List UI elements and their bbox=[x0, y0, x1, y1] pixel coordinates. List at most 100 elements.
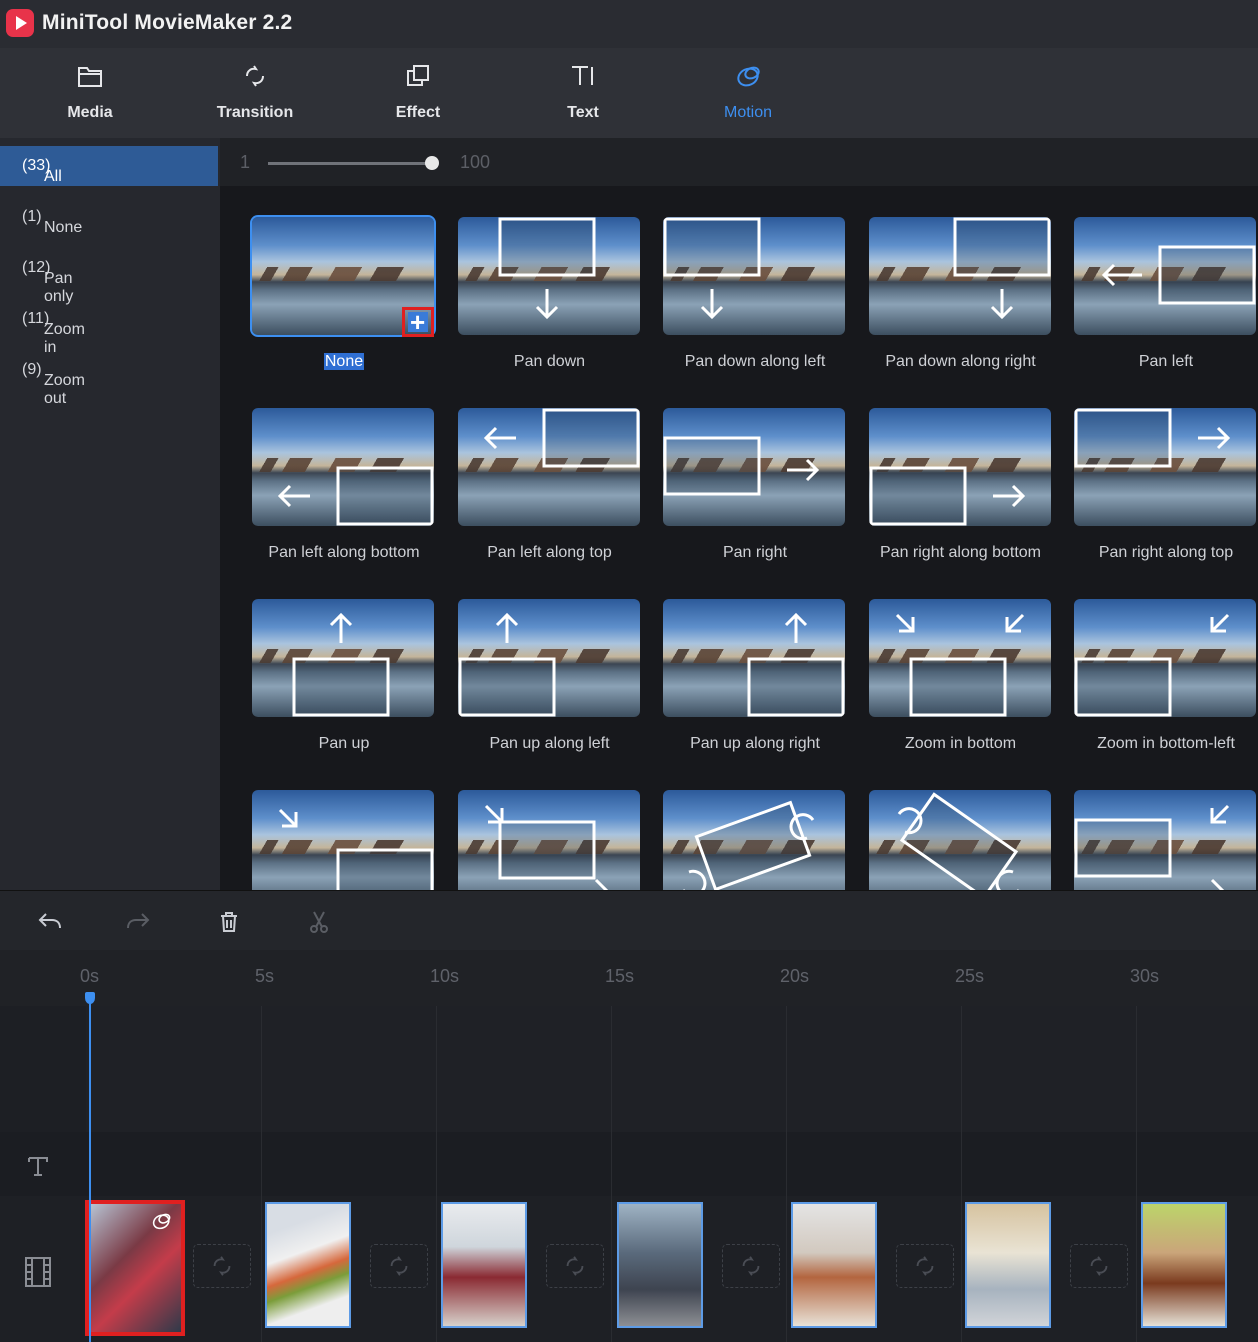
motion-thumbnail bbox=[868, 790, 1051, 890]
motion-item[interactable]: Pan up along right bbox=[663, 599, 847, 769]
motion-item[interactable]: Pan right along top bbox=[1074, 408, 1258, 578]
video-clip[interactable] bbox=[617, 1202, 703, 1328]
motion-item[interactable]: Pan down along left bbox=[663, 217, 847, 387]
motion-item[interactable] bbox=[663, 790, 847, 890]
timeline-ruler[interactable]: 0s 5s 10s 15s 20s 25s 30s bbox=[0, 950, 1258, 1006]
motion-applied-icon bbox=[152, 1213, 171, 1230]
text-track[interactable] bbox=[0, 1132, 1258, 1196]
motion-thumbnail bbox=[1074, 408, 1256, 526]
motion-item[interactable]: Pan left along bottom bbox=[252, 408, 436, 578]
tab-media[interactable]: Media bbox=[30, 48, 150, 138]
tab-text[interactable]: Text bbox=[523, 48, 643, 138]
tab-motion[interactable]: Motion bbox=[688, 48, 808, 138]
motion-label: Pan up along right bbox=[690, 735, 820, 752]
motion-preview-icon bbox=[683, 800, 815, 890]
motion-icon bbox=[737, 66, 760, 87]
motion-item[interactable]: Pan left bbox=[1074, 217, 1258, 387]
motion-label: Pan left bbox=[1138, 353, 1194, 370]
motion-label: Pan down bbox=[513, 353, 586, 370]
category-pan-only[interactable]: Pan only (12) bbox=[0, 248, 218, 305]
motion-item[interactable]: Pan down bbox=[457, 217, 642, 387]
motion-item[interactable]: Pan up along left bbox=[457, 599, 642, 769]
motion-preview-icon bbox=[895, 613, 1024, 717]
motion-thumbnail bbox=[457, 599, 640, 717]
playhead-handle[interactable] bbox=[85, 992, 95, 1004]
redo-icon[interactable] bbox=[124, 909, 152, 935]
video-clip[interactable] bbox=[441, 1202, 527, 1328]
motion-item[interactable]: Pan down along right bbox=[868, 217, 1053, 387]
motion-item[interactable]: Pan right along bottom bbox=[868, 408, 1053, 578]
video-clip[interactable] bbox=[791, 1202, 877, 1328]
category-all[interactable]: All (33) bbox=[0, 146, 218, 186]
transition-slot-icon bbox=[213, 1256, 231, 1276]
undo-icon[interactable] bbox=[36, 909, 64, 935]
motion-preview-icon bbox=[278, 808, 434, 890]
motion-preview-icon bbox=[953, 217, 1050, 320]
playhead[interactable] bbox=[89, 994, 91, 1342]
category-zoom-in[interactable]: Zoom in (11) bbox=[0, 299, 218, 356]
transition-slot-icon bbox=[742, 1256, 760, 1276]
category-count: (9) bbox=[22, 361, 42, 378]
tab-effect[interactable]: Effect bbox=[358, 48, 478, 138]
transition-slot[interactable] bbox=[370, 1244, 428, 1288]
motion-preview-icon bbox=[897, 792, 1019, 890]
motion-item[interactable]: Pan right bbox=[663, 408, 847, 578]
thumbnail-size-slider[interactable] bbox=[268, 162, 432, 165]
transition-slot[interactable] bbox=[722, 1244, 780, 1288]
motion-item[interactable]: Zoom in bottom bbox=[868, 599, 1053, 769]
timeline-gridline bbox=[1136, 1006, 1137, 1342]
motion-label: Pan right along top bbox=[1098, 544, 1234, 561]
motion-preview-icon bbox=[292, 612, 390, 717]
transition-slot[interactable] bbox=[546, 1244, 604, 1288]
add-motion-button[interactable] bbox=[402, 307, 434, 338]
split-scissors-icon[interactable] bbox=[306, 909, 332, 935]
timeline-gridline bbox=[611, 1006, 612, 1342]
transition-slot[interactable] bbox=[193, 1244, 251, 1288]
motion-thumbnail bbox=[252, 408, 434, 526]
motion-item[interactable]: Zoom in bottom-left bbox=[1074, 599, 1258, 769]
tab-transition[interactable]: Transition bbox=[195, 48, 315, 138]
motion-label: Pan down along right bbox=[885, 353, 1036, 370]
slider-max-label: 100 bbox=[460, 152, 491, 172]
motion-preview-icon bbox=[1074, 408, 1231, 468]
category-label: None bbox=[44, 219, 83, 236]
motion-thumbnail bbox=[1074, 217, 1256, 335]
category-label: All bbox=[44, 168, 62, 185]
timeline-toolbar bbox=[0, 890, 1258, 951]
motion-item[interactable] bbox=[1074, 790, 1258, 890]
ruler-tick-label: 25s bbox=[955, 966, 985, 986]
zoom-slider-bar: 1 100 bbox=[220, 138, 1258, 186]
motion-item[interactable] bbox=[868, 790, 1053, 890]
motion-thumbnail bbox=[457, 790, 640, 890]
transition-slot-icon bbox=[916, 1256, 934, 1276]
category-zoom-out[interactable]: Zoom out (9) bbox=[0, 350, 218, 407]
transition-icon bbox=[246, 65, 264, 87]
motion-item[interactable] bbox=[252, 790, 436, 890]
transition-slot[interactable] bbox=[1070, 1244, 1128, 1288]
motion-thumbnail bbox=[663, 217, 845, 335]
motion-preview-icon bbox=[1074, 613, 1230, 717]
main-toolbar: Media Transition Effect Text Motion bbox=[0, 48, 1258, 138]
motion-preview-icon bbox=[498, 217, 595, 320]
video-clip[interactable] bbox=[1141, 1202, 1227, 1328]
motion-item[interactable] bbox=[457, 790, 642, 890]
motion-preview-icon bbox=[458, 612, 555, 717]
motion-preview-icon bbox=[484, 804, 608, 890]
video-clip[interactable] bbox=[965, 1202, 1051, 1328]
transition-slot-icon bbox=[1090, 1256, 1108, 1276]
delete-icon[interactable] bbox=[216, 909, 242, 935]
motion-preview-icon bbox=[747, 612, 845, 717]
motion-item[interactable]: Pan left along top bbox=[457, 408, 642, 578]
video-clip[interactable] bbox=[265, 1202, 351, 1328]
category-label: Zoom out bbox=[44, 372, 85, 407]
slider-handle[interactable] bbox=[425, 156, 439, 170]
ruler-tick-label: 10s bbox=[430, 966, 460, 986]
category-none[interactable]: None (1) bbox=[0, 197, 218, 237]
selected-clip[interactable] bbox=[85, 1200, 185, 1336]
title-bar: MiniTool MovieMaker 2.2 bbox=[0, 0, 1258, 48]
category-sidebar: All (33) None (1) Pan only (12) Zoom in … bbox=[0, 138, 220, 890]
transition-slot[interactable] bbox=[896, 1244, 954, 1288]
motion-label: Pan up along left bbox=[489, 735, 610, 752]
motion-item[interactable]: Pan up bbox=[252, 599, 436, 769]
motion-item[interactable]: None bbox=[250, 215, 436, 387]
